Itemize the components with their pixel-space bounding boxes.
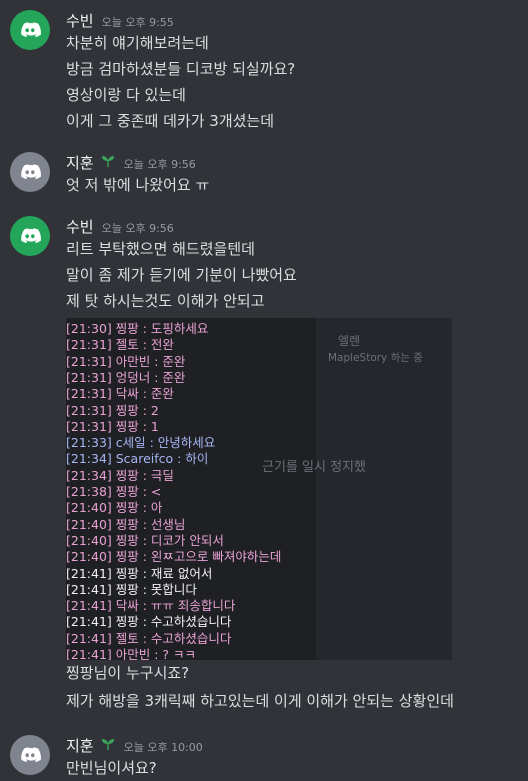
timestamp[interactable]: 오늘 오후 10:00 xyxy=(124,739,203,755)
user-avatar[interactable] xyxy=(10,216,50,256)
chat-log-line: [21:34] 찡팡 : 극딜 xyxy=(66,467,174,483)
message-header: 지훈 오늘 오후 9:56 xyxy=(66,152,196,172)
username[interactable]: 지훈 xyxy=(66,735,94,756)
chat-log-line: [21:31] 찡팡 : 2 xyxy=(66,402,159,418)
timestamp[interactable]: 오늘 오후 9:56 xyxy=(102,220,174,236)
sprout-icon xyxy=(101,739,114,750)
timestamp[interactable]: 오늘 오후 9:55 xyxy=(102,14,174,30)
ghost-text: 근기를 일시 정지했 xyxy=(262,460,366,475)
overlay-panel xyxy=(316,318,452,660)
message-text: 만빈님이셔요? xyxy=(66,759,157,777)
chat-log-line: [21:41] 찡팡 : 못합니다 xyxy=(66,581,197,597)
discord-logo-icon xyxy=(21,228,41,244)
chat-log-line: [21:30] 찡팡 : 도핑하세요 xyxy=(66,321,209,336)
message-text: 제가 해방을 3캐릭째 하고있는데 이게 이해가 안되는 상황인데 xyxy=(66,692,454,710)
chat-log-line: [21:31] 젤토 : 전완 xyxy=(66,337,174,353)
message-text: 말이 좀 제가 듣기에 기분이 나빴어요 xyxy=(66,266,297,284)
chat-log-line: [21:33] c세일 : 안녕하세요 xyxy=(66,435,216,451)
user-avatar[interactable] xyxy=(10,152,50,192)
sprout-icon xyxy=(101,156,114,167)
chat-log-line: [21:31] 닥싸 : 준완 xyxy=(66,386,174,402)
discord-logo-icon xyxy=(21,164,41,180)
username[interactable]: 수빈 xyxy=(66,10,94,31)
message-header: 수빈 오늘 오후 9:56 xyxy=(66,216,174,236)
timestamp[interactable]: 오늘 오후 9:56 xyxy=(124,156,196,172)
username[interactable]: 지훈 xyxy=(66,152,94,173)
chat-log-line: [21:34] Scareifco : 하이 xyxy=(66,451,209,467)
chat-log-screenshot[interactable]: 엘렌 MapleStory 하는 중 근기를 일시 정지했 [21:30] 찡팡… xyxy=(66,318,452,660)
chat-log-line: [21:40] 찡팡 : 선생님 xyxy=(66,516,186,532)
chat-log-line: [21:31] 찡팡 : 1 xyxy=(66,418,159,434)
ghost-text: 엘렌 xyxy=(338,334,361,348)
message-text: 리트 부탁했으면 해드렸을텐데 xyxy=(66,240,255,258)
message-header: 지훈 오늘 오후 10:00 xyxy=(66,735,203,755)
username[interactable]: 수빈 xyxy=(66,216,94,237)
chat-log-line: [21:40] 찡팡 : 아 xyxy=(66,500,163,516)
chat-log-line: [21:41] 닥싸 : ㅠㅠ 죄송합니다 xyxy=(66,598,236,614)
user-avatar[interactable] xyxy=(10,10,50,50)
chat-log-line: [21:40] 찡팡 : 왼ㅉ고으로 빠져야하는데 xyxy=(66,549,282,565)
chat-log-line: [21:41] 찡팡 : 재료 없어서 xyxy=(66,565,213,581)
chat-log-line: [21:31] 엉덩너 : 준완 xyxy=(66,369,186,385)
message-text: 엇 저 밖에 나왔어요 ㅠ xyxy=(66,176,210,194)
message-header: 수빈 오늘 오후 9:55 xyxy=(66,10,174,30)
discord-logo-icon xyxy=(21,747,41,763)
message-text: 영상이랑 다 있는데 xyxy=(66,86,186,104)
ghost-text: MapleStory 하는 중 xyxy=(328,352,423,364)
chat-log-line: [21:41] 찡팡 : 수고하셨습니다 xyxy=(66,614,232,630)
message-text: 이게 그 중존때 데카가 3개셨는데 xyxy=(66,112,275,130)
message-text: 찡팡님이 누구시죠? xyxy=(66,664,190,682)
message-text: 방금 검마하셨분들 디코방 되실까요? xyxy=(66,60,296,78)
message-text: 차분히 얘기해보려는데 xyxy=(66,34,209,52)
chat-log-line: [21:40] 찡팡 : 디코가 안되서 xyxy=(66,532,224,548)
chat-log-line: [21:41] 아만빈 : ? ㅋㅋ xyxy=(66,647,197,660)
message-text: 제 탓 하시는것도 이해가 안되고 xyxy=(66,292,265,310)
discord-logo-icon xyxy=(21,22,41,38)
chat-log-line: [21:38] 찡팡 : < xyxy=(66,484,162,499)
user-avatar[interactable] xyxy=(10,735,50,775)
chat-log-line: [21:41] 젤토 : 수고하셨습니다 xyxy=(66,630,232,646)
chat-log-line: [21:31] 아만빈 : 준완 xyxy=(66,353,186,369)
